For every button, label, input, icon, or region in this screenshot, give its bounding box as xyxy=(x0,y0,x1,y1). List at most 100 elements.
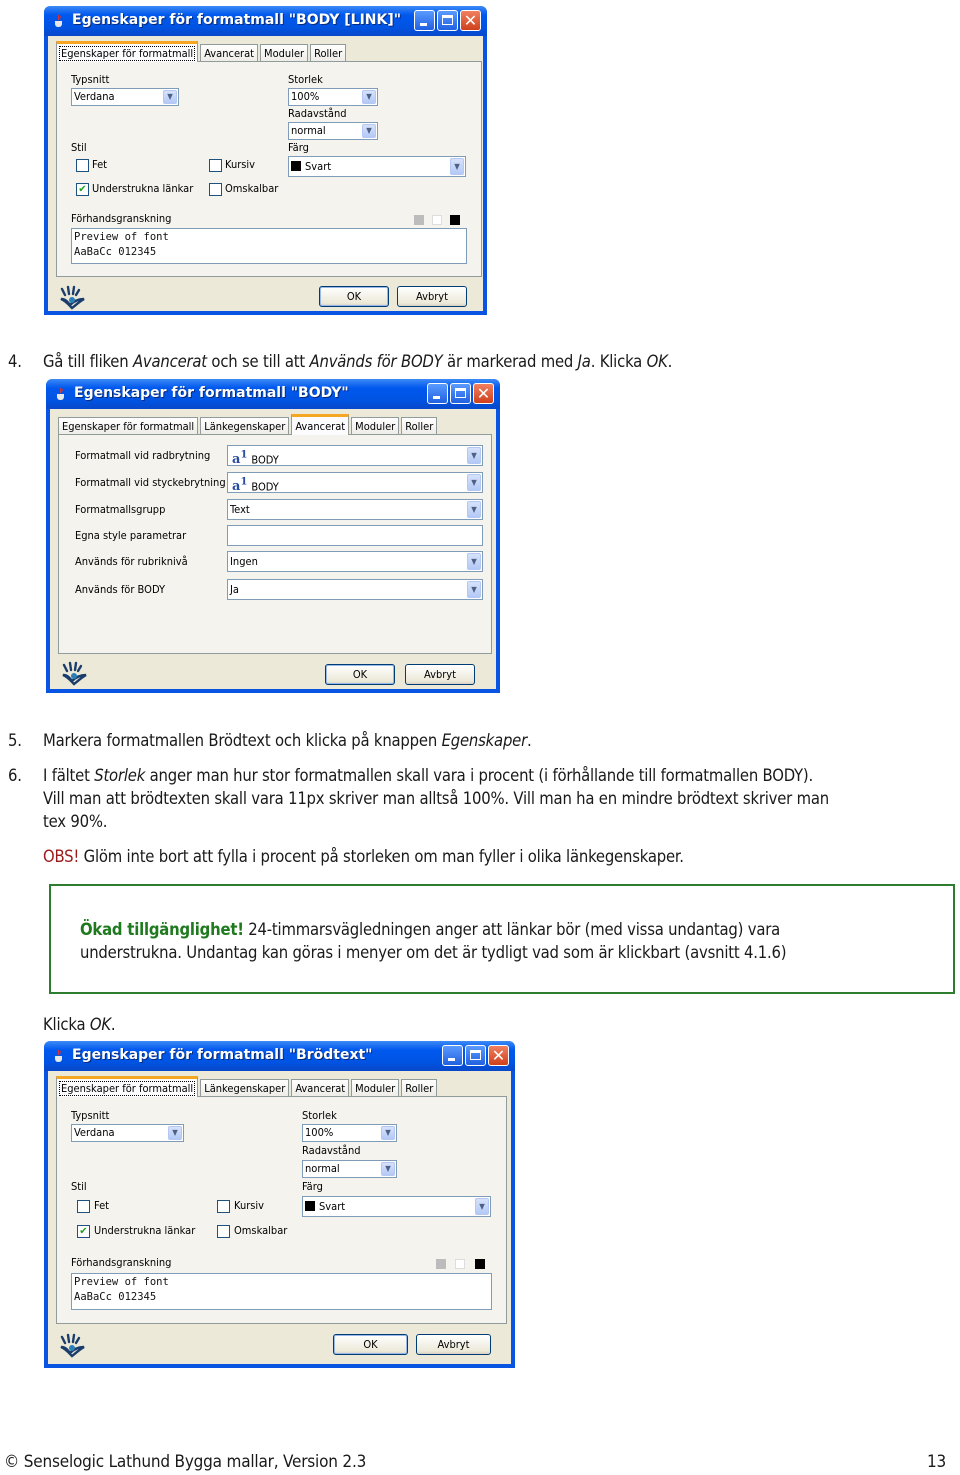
maximize-icon xyxy=(470,1050,481,1060)
radavstand-select[interactable]: normal ▼ xyxy=(288,122,378,140)
step-4: 4. Gå till fliken Avancerat och se till … xyxy=(8,352,673,371)
tab-avancerat[interactable]: Avancerat xyxy=(291,414,350,435)
bg-black-swatch[interactable] xyxy=(475,1259,485,1269)
chevron-down-icon: ▼ xyxy=(467,581,481,598)
tab-moduler[interactable]: Moduler xyxy=(351,417,400,435)
minimize-icon xyxy=(433,396,440,399)
omskalbar-checkbox[interactable] xyxy=(217,1225,230,1238)
minimize-button[interactable] xyxy=(427,383,448,404)
chevron-down-icon: ▼ xyxy=(362,90,376,104)
minimize-button[interactable] xyxy=(442,1045,463,1066)
typsnitt-select[interactable]: Verdana ▼ xyxy=(71,1124,184,1142)
minimize-icon xyxy=(420,23,427,26)
field-label: Formatmall vid styckebrytning xyxy=(75,476,226,489)
step-6: 6. I fältet Storlek anger man hur stor f… xyxy=(8,766,829,831)
chevron-down-icon: ▼ xyxy=(381,1126,395,1140)
minimize-icon xyxy=(448,1058,455,1061)
color-swatch xyxy=(305,1201,315,1211)
title-bar[interactable]: Egenskaper för formatmall "BODY" ✕ xyxy=(46,379,500,409)
chevron-down-icon: ▼ xyxy=(168,1126,182,1140)
tab-egenskaper[interactable]: Egenskaper för formatmall xyxy=(58,417,199,435)
ok-button[interactable]: OK xyxy=(325,664,395,685)
storlek-select[interactable]: 100% ▼ xyxy=(288,88,378,106)
typsnitt-select[interactable]: Verdana ▼ xyxy=(71,88,179,106)
dialog-title: Egenskaper för formatmall "Brödtext" xyxy=(72,1047,373,1063)
tab-egenskaper[interactable]: Egenskaper för formatmall xyxy=(56,41,199,62)
rubrikniva-select[interactable]: Ingen ▼ xyxy=(227,551,483,572)
stil-label: Stil xyxy=(71,1180,87,1193)
kursiv-checkbox[interactable] xyxy=(217,1200,230,1213)
close-button[interactable]: ✕ xyxy=(460,10,481,31)
chevron-down-icon: ▼ xyxy=(467,553,481,570)
kursiv-label: Kursiv xyxy=(225,158,256,171)
maximize-button[interactable] xyxy=(450,383,471,404)
java-cup-icon xyxy=(55,14,62,27)
radbrytning-select[interactable]: a1 BODY ▼ xyxy=(227,445,483,467)
bg-gray-swatch[interactable] xyxy=(414,215,424,225)
dialog-brodtext: Egenskaper för formatmall "Brödtext" ✕ E… xyxy=(44,1041,515,1368)
maximize-button[interactable] xyxy=(437,10,458,31)
ok-button[interactable]: OK xyxy=(319,286,389,307)
close-icon: ✕ xyxy=(491,1046,506,1065)
chevron-down-icon: ▼ xyxy=(467,474,481,491)
dialog-body-link: Egenskaper för formatmall "BODY [LINK]" … xyxy=(44,6,487,315)
style-parametrar-input[interactable] xyxy=(227,525,483,546)
understrukna-checkbox[interactable]: ✔ xyxy=(76,183,89,196)
cancel-button[interactable]: Avbryt xyxy=(397,286,467,307)
page-number: 13 xyxy=(926,1452,946,1472)
typsnitt-label: Typsnitt xyxy=(71,1109,110,1122)
title-bar[interactable]: Egenskaper för formatmall "BODY [LINK]" … xyxy=(44,6,487,36)
step-5: 5. Markera formatmallen Brödtext och kli… xyxy=(8,731,532,750)
farg-label: Färg xyxy=(288,141,309,154)
chevron-down-icon: ▼ xyxy=(467,447,481,464)
maximize-button[interactable] xyxy=(465,1045,486,1066)
farg-select[interactable]: Svart ▼ xyxy=(288,156,466,177)
tab-avancerat[interactable]: Avancerat xyxy=(291,1079,350,1097)
fet-label: Fet xyxy=(92,158,108,171)
fet-checkbox[interactable] xyxy=(77,1200,90,1213)
title-bar[interactable]: Egenskaper för formatmall "Brödtext" ✕ xyxy=(44,1041,515,1071)
tab-lankegenskaper[interactable]: Länkegenskaper xyxy=(200,417,290,435)
radavstand-label: Radavstånd xyxy=(302,1144,361,1157)
dialog-title: Egenskaper för formatmall "BODY [LINK]" xyxy=(72,12,402,28)
close-icon: ✕ xyxy=(463,11,478,30)
fet-label: Fet xyxy=(94,1199,110,1212)
bg-white-swatch[interactable] xyxy=(432,215,442,225)
minimize-button[interactable] xyxy=(414,10,435,31)
bg-white-swatch[interactable] xyxy=(455,1259,465,1269)
radavstand-select[interactable]: normal ▼ xyxy=(302,1160,397,1178)
tab-moduler[interactable]: Moduler xyxy=(351,1079,400,1097)
tab-egenskaper[interactable]: Egenskaper för formatmall xyxy=(56,1076,199,1097)
styckebrytning-select[interactable]: a1 BODY ▼ xyxy=(227,472,483,495)
fet-checkbox[interactable] xyxy=(76,159,89,172)
font-preview: Preview of font AaBaCc 012345 xyxy=(71,228,467,264)
kursiv-label: Kursiv xyxy=(234,1199,265,1212)
bg-black-swatch[interactable] xyxy=(450,215,460,225)
obs-label: OBS! xyxy=(43,847,80,866)
tab-roller[interactable]: Roller xyxy=(401,1079,438,1097)
tab-lankegenskaper[interactable]: Länkegenskaper xyxy=(200,1079,290,1097)
kursiv-checkbox[interactable] xyxy=(209,159,222,172)
tab-roller[interactable]: Roller xyxy=(401,417,438,435)
anvands-for-body-select[interactable]: Ja ▼ xyxy=(227,579,483,600)
ok-button[interactable]: OK xyxy=(333,1334,408,1355)
field-label: Formatmallsgrupp xyxy=(75,503,166,516)
close-button[interactable]: ✕ xyxy=(473,383,494,404)
tab-avancerat[interactable]: Avancerat xyxy=(200,44,259,62)
omskalbar-checkbox[interactable] xyxy=(209,183,222,196)
dialog-title: Egenskaper för formatmall "BODY" xyxy=(74,385,349,401)
bg-gray-swatch[interactable] xyxy=(436,1259,446,1269)
tab-roller[interactable]: Roller xyxy=(310,44,347,62)
cancel-button[interactable]: Avbryt xyxy=(405,664,475,685)
tab-moduler[interactable]: Moduler xyxy=(260,44,309,62)
style-a1-icon: a1 xyxy=(232,477,248,495)
storlek-select[interactable]: 100% ▼ xyxy=(302,1124,397,1142)
preview-label: Förhandsgranskning xyxy=(71,1256,172,1269)
close-button[interactable]: ✕ xyxy=(488,1045,509,1066)
understrukna-checkbox[interactable]: ✔ xyxy=(77,1225,90,1238)
cancel-button[interactable]: Avbryt xyxy=(416,1334,491,1355)
accessibility-callout: Ökad tillgänglighet! 24-timmarsväglednin… xyxy=(49,884,955,994)
farg-select[interactable]: Svart ▼ xyxy=(302,1196,491,1217)
formatmallsgrupp-select[interactable]: Text ▼ xyxy=(227,499,483,520)
chevron-down-icon: ▼ xyxy=(163,90,177,104)
